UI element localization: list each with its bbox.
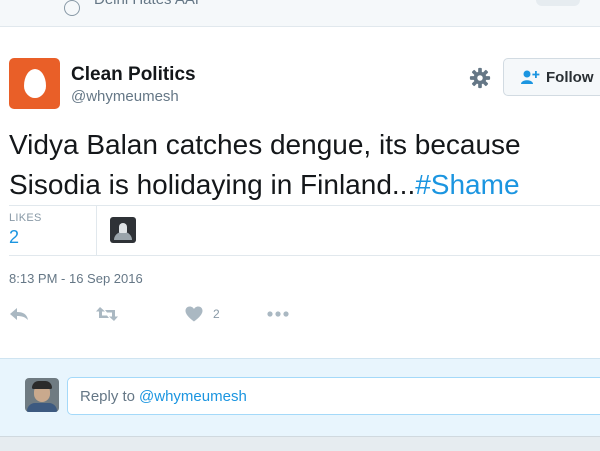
tweet-text: Vidya Balan catches dengue, its because … bbox=[9, 125, 589, 205]
stats-divider-bottom bbox=[9, 255, 600, 256]
follow-button-label: Follow bbox=[546, 68, 594, 86]
tweet-timestamp[interactable]: 8:13 PM - 16 Sep 2016 bbox=[9, 271, 143, 286]
more-button[interactable] bbox=[267, 304, 289, 324]
likes-count[interactable]: 2 bbox=[9, 227, 19, 248]
retweet-button[interactable] bbox=[96, 304, 118, 324]
reply-button[interactable] bbox=[9, 304, 29, 324]
stats-divider-top bbox=[9, 205, 600, 206]
reply-icon bbox=[10, 308, 28, 320]
likes-label: LIKES bbox=[9, 212, 42, 224]
tweet-text-line2-body: Sisodia is holidaying in Finland... bbox=[9, 169, 416, 200]
radio-circle-icon bbox=[64, 0, 80, 16]
author-name[interactable]: Clean Politics bbox=[71, 64, 196, 86]
tweet-text-line1: Vidya Balan catches dengue, its because bbox=[9, 129, 521, 160]
previous-tweet-strip: Delhi Hates AAP bbox=[0, 0, 600, 27]
retweet-icon bbox=[96, 307, 118, 321]
default-egg-icon bbox=[24, 69, 46, 98]
tweet-text-line2: Sisodia is holidaying in Finland...#Sham… bbox=[9, 165, 589, 205]
previous-tweet-text: Delhi Hates AAP bbox=[94, 0, 205, 8]
user-avatar[interactable] bbox=[25, 378, 59, 412]
reply-mention: @whymeumesh bbox=[139, 387, 247, 405]
reply-prefix: Reply to bbox=[80, 387, 136, 405]
liker-avatar-head bbox=[119, 223, 127, 233]
add-user-icon bbox=[521, 70, 540, 84]
user-avatar-hair bbox=[32, 381, 52, 389]
stats-divider-vertical bbox=[96, 205, 97, 255]
liker-avatar-shape bbox=[114, 232, 132, 240]
user-avatar-shirt bbox=[27, 403, 57, 412]
liker-avatar[interactable] bbox=[110, 217, 136, 243]
next-section-strip bbox=[0, 436, 600, 451]
gear-icon[interactable] bbox=[466, 64, 494, 92]
more-icon bbox=[267, 311, 289, 317]
heart-icon bbox=[185, 306, 203, 322]
hashtag-link[interactable]: #Shame bbox=[415, 169, 519, 200]
author-avatar[interactable] bbox=[9, 58, 60, 109]
like-action-count: 2 bbox=[213, 307, 220, 321]
reply-input[interactable]: Reply to @whymeumesh bbox=[67, 377, 600, 415]
author-handle[interactable]: @whymeumesh bbox=[71, 88, 179, 105]
previous-tweet-shape bbox=[536, 0, 580, 6]
like-button[interactable]: 2 bbox=[185, 304, 220, 324]
follow-button[interactable]: Follow bbox=[503, 58, 600, 96]
